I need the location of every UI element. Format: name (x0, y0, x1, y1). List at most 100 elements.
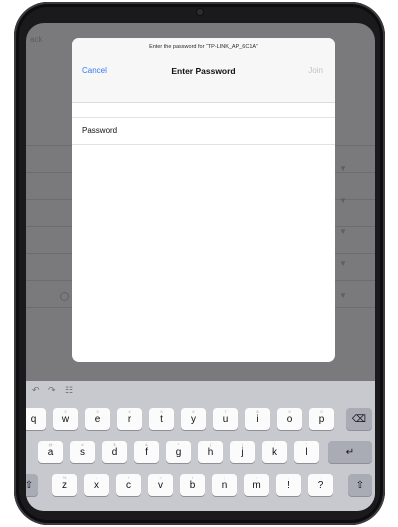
key-hint: ; (223, 475, 226, 480)
key-hint: ' (274, 442, 275, 447)
key-hint: , (287, 475, 290, 480)
key-hint: # (81, 442, 84, 447)
key-m[interactable]: :m (244, 474, 269, 496)
undo-icon[interactable]: ↶ (32, 385, 40, 396)
key-f[interactable]: & f (134, 441, 159, 463)
password-label: Password (82, 126, 118, 135)
key-e[interactable]: 3e (85, 408, 110, 430)
key-label: x (94, 479, 99, 491)
shift-key-right[interactable]: ⇧ (348, 474, 372, 496)
key-o[interactable]: 9o (277, 408, 302, 430)
key-hint: 5 (160, 409, 163, 414)
key-label: i (256, 413, 259, 425)
key-hint: / (191, 475, 194, 480)
key-label: t (160, 413, 163, 425)
key-k[interactable]: ' k (262, 441, 287, 463)
modal-title: Enter Password (171, 66, 236, 76)
info-icon (60, 292, 69, 301)
key-hint: . (319, 475, 322, 480)
key-label: j (241, 446, 244, 458)
key-j[interactable]: ) j (230, 441, 255, 463)
password-input[interactable] (136, 122, 330, 141)
key-p[interactable]: 0p (309, 408, 334, 430)
key-hint: 4 (128, 409, 131, 414)
key-label: b (189, 479, 196, 491)
key-g[interactable]: * g (166, 441, 191, 463)
password-row[interactable]: Password (72, 117, 335, 145)
key-s[interactable]: # s (70, 441, 95, 463)
key-z[interactable]: % z (52, 474, 77, 496)
key-hint: 2 (64, 409, 67, 414)
wifi-icon: ▼ (339, 196, 347, 205)
screen: ack ▼ ▼ ▼ ▼ ▼ Enter the password for “TP… (26, 23, 375, 511)
key-b[interactable]: / b (180, 474, 205, 496)
key-hint: 3 (96, 409, 99, 414)
key-t[interactable]: 5t (149, 408, 174, 430)
shift-key-left[interactable]: ⇧ (26, 474, 38, 496)
key-label: h (207, 446, 214, 458)
key-hint: 0 (320, 409, 323, 414)
key-label: r (127, 413, 132, 425)
key-h[interactable]: (h (198, 441, 223, 463)
key-q[interactable]: q (26, 408, 46, 430)
key-hint: = (159, 475, 162, 480)
key-hint: 7 (224, 409, 227, 414)
key-v[interactable]: = v (148, 474, 173, 496)
key-hint: + (127, 475, 130, 480)
back-button[interactable]: ack (30, 35, 42, 44)
key-i[interactable]: 8i (245, 408, 270, 430)
key-label: v (158, 479, 163, 491)
key-label: g (175, 446, 182, 458)
key-hint: @ (48, 442, 53, 447)
join-button[interactable]: Join (308, 66, 323, 75)
key-hint: 9 (288, 409, 291, 414)
key-label: u (222, 413, 229, 425)
key-hint: * (177, 442, 180, 447)
return-key[interactable]: ↵ (328, 441, 372, 463)
keyboard-toolbar: ↶ ↷ ☷ (26, 381, 375, 403)
key-label: k (272, 446, 277, 458)
front-camera (196, 9, 203, 15)
key-hint: % (62, 475, 67, 480)
key-label: l (305, 446, 308, 458)
key-label: n (221, 479, 228, 491)
delete-key[interactable]: ⌫ (346, 408, 372, 430)
key-d[interactable]: $ d (102, 441, 127, 463)
key-a[interactable]: @ a (38, 441, 63, 463)
key-label: w (61, 413, 70, 425)
wifi-icon: ▼ (339, 164, 347, 173)
key-label: a (47, 446, 54, 458)
key-?[interactable]: .? (308, 474, 333, 496)
key-w[interactable]: 2w (53, 408, 78, 430)
wifi-icon: ▼ (339, 259, 347, 268)
key-label: e (94, 413, 101, 425)
key-label: c (126, 479, 131, 491)
key-label: s (80, 446, 85, 458)
key-hint: 6 (192, 409, 195, 414)
key-label: o (286, 413, 293, 425)
key-hint: ) (241, 442, 244, 447)
key-hint: ( (209, 442, 212, 447)
wifi-icon: ▼ (339, 291, 347, 300)
password-prompt: Enter the password for “TP-LINK_AP_6C1A” (149, 44, 258, 50)
key-hint: & (145, 442, 148, 447)
redo-icon[interactable]: ↷ (48, 385, 56, 396)
key-u[interactable]: 7u (213, 408, 238, 430)
key-label: f (145, 446, 148, 458)
key-label: p (318, 413, 325, 425)
key-y[interactable]: 6y (181, 408, 206, 430)
key-l[interactable]: " l (294, 441, 319, 463)
key-![interactable]: ,! (276, 474, 301, 496)
key-c[interactable]: + c (116, 474, 141, 496)
key-label: y (191, 413, 196, 425)
key-label: ? (317, 479, 324, 491)
key-n[interactable]: ; n (212, 474, 237, 496)
key-hint: 8 (256, 409, 259, 414)
key-label: m (252, 479, 261, 491)
paste-icon[interactable]: ☷ (65, 385, 73, 396)
key-x[interactable]: -x (84, 474, 109, 496)
key-r[interactable]: 4r (117, 408, 142, 430)
keyboard: ↶ ↷ ☷ q 2 w 3 e 4 r 5 t 6 y 7 u 8 i 9 o 0 p @ a # s $ d & f * g(h) j '… (26, 381, 375, 511)
password-modal: Enter the password for “TP-LINK_AP_6C1A”… (72, 38, 335, 362)
key-hint: " (305, 442, 308, 447)
